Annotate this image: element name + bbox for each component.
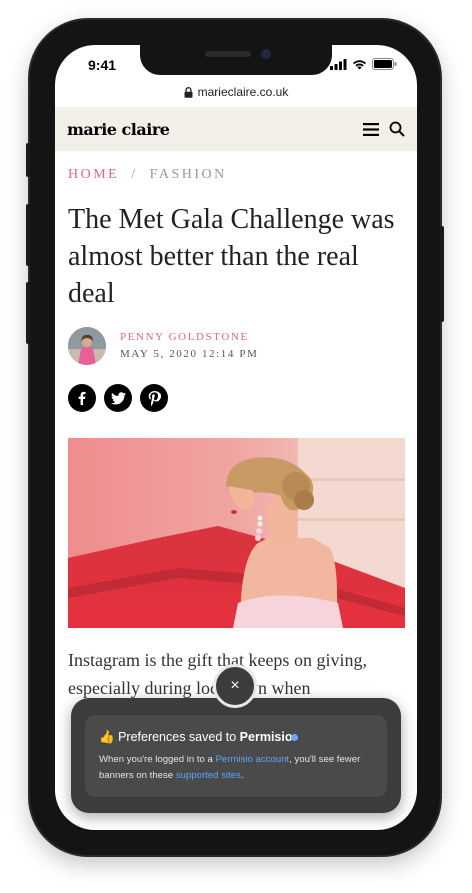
author-meta: PENNY GOLDSTONE MAY 5, 2020 12:14 PM [120,327,258,365]
search-icon[interactable] [389,121,405,137]
notch [140,45,332,75]
toast-content: 👍 Preferences saved to Permisio When you… [85,715,387,797]
pinterest-share-button[interactable] [140,384,168,412]
site-header: marie claire [55,107,417,151]
power-button [440,226,444,322]
wifi-icon [353,59,366,69]
battery-icon [372,58,397,70]
close-icon: × [230,677,240,694]
permisio-account-link[interactable]: Permisio account [216,754,290,765]
site-logo[interactable]: marie claire [67,120,170,139]
toast-close-button[interactable]: × [213,664,257,708]
author-name[interactable]: PENNY GOLDSTONE [120,331,258,343]
header-actions [363,121,405,137]
pinterest-icon [148,390,161,406]
thumbs-up-icon: 👍 [99,730,115,744]
lock-icon [184,86,193,98]
address-bar[interactable]: marieclaire.co.uk [55,78,417,106]
publish-date: MAY 5, 2020 12:14 PM [120,348,259,360]
breadcrumb-separator: / [131,167,138,182]
toast-text-1: When you're logged in to a [99,754,213,765]
volume-down-button [26,282,30,344]
toast-text-3: . [240,770,244,781]
author-byline: PENNY GOLDSTONE MAY 5, 2020 12:14 PM [68,327,258,365]
toast-brand: Permisio [239,730,293,744]
mute-switch [26,143,30,177]
breadcrumb: HOME / FASHION [68,167,227,183]
breadcrumb-section[interactable]: FASHION [150,167,227,183]
author-avatar[interactable] [68,327,106,365]
volume-up-button [26,204,30,266]
menu-icon[interactable] [363,122,379,137]
status-time: 9:41 [88,57,117,73]
toast-title: 👍 Preferences saved to Permisio [99,730,299,745]
supported-sites-link[interactable]: supported sites [176,770,241,781]
brand-dot-icon [291,734,299,742]
facebook-icon [78,391,86,405]
permisio-toast: 👍 Preferences saved to Permisio When you… [71,698,401,813]
toast-message: When you're logged in to a Permisio acco… [99,752,379,784]
speaker [205,51,251,57]
front-camera [261,49,271,59]
facebook-share-button[interactable] [68,384,96,412]
article-title: The Met Gala Challenge was almost better… [68,204,395,309]
breadcrumb-home[interactable]: HOME [68,167,119,183]
signal-icon [330,58,347,70]
hero-image [68,438,405,628]
twitter-share-button[interactable] [104,384,132,412]
status-icons [330,58,397,70]
share-buttons [68,384,168,412]
url-text: marieclaire.co.uk [197,85,289,99]
toast-title-text: Preferences saved to [118,730,237,744]
twitter-icon [110,391,126,404]
